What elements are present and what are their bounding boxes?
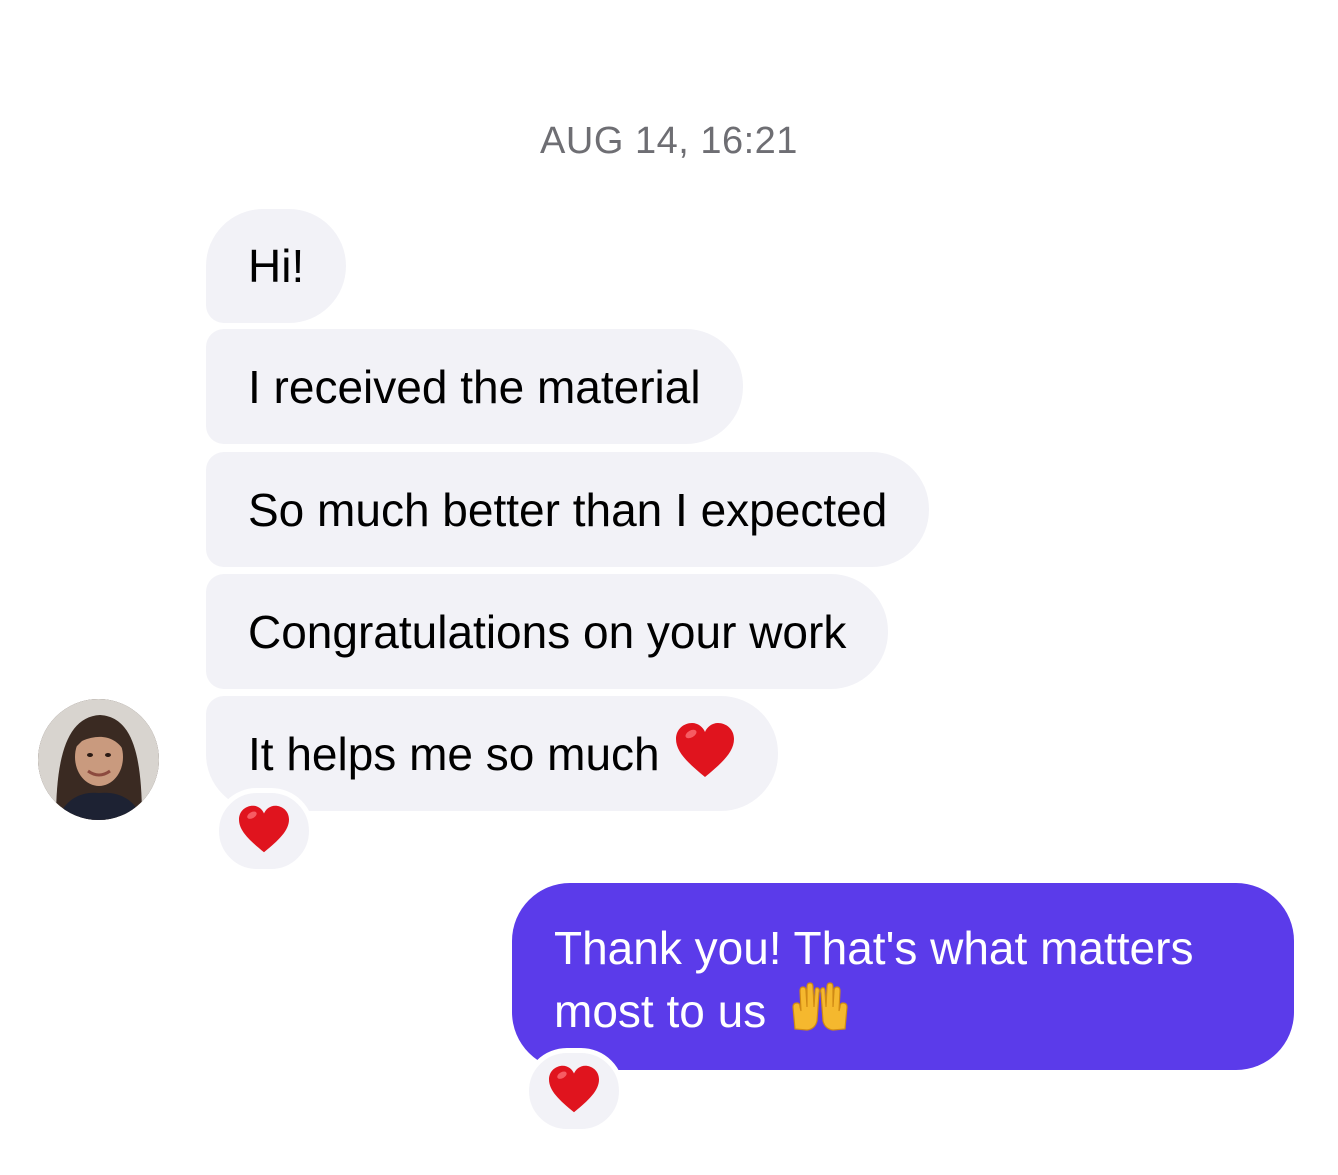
chat-thread: AUG 14, 16:21 Hi! I received the materia… (0, 0, 1338, 1175)
incoming-message[interactable]: I received the material (206, 329, 743, 444)
heart-icon (237, 804, 291, 859)
message-text: Hi! (248, 240, 305, 292)
message-text: I received the material (248, 360, 701, 413)
message-text-line: most to us (554, 985, 767, 1037)
message-text: Congratulations on your work (248, 605, 847, 658)
heart-icon (674, 721, 736, 786)
raising-hands-icon (789, 981, 851, 1049)
message-reaction[interactable] (524, 1048, 624, 1134)
heart-icon (547, 1064, 601, 1119)
message-text-line: Thank you! That's what matters (554, 922, 1194, 974)
message-text: It helps me so much (248, 727, 660, 780)
outgoing-message[interactable]: Thank you! That's what matters most to u… (512, 883, 1294, 1070)
incoming-message[interactable]: Congratulations on your work (206, 574, 889, 689)
message-timestamp: AUG 14, 16:21 (540, 120, 798, 162)
incoming-message[interactable]: Hi! (206, 209, 347, 323)
message-text: So much better than I expected (248, 483, 888, 536)
message-reaction[interactable] (214, 788, 314, 874)
incoming-message[interactable]: So much better than I expected (206, 452, 930, 567)
avatar[interactable] (38, 699, 159, 820)
